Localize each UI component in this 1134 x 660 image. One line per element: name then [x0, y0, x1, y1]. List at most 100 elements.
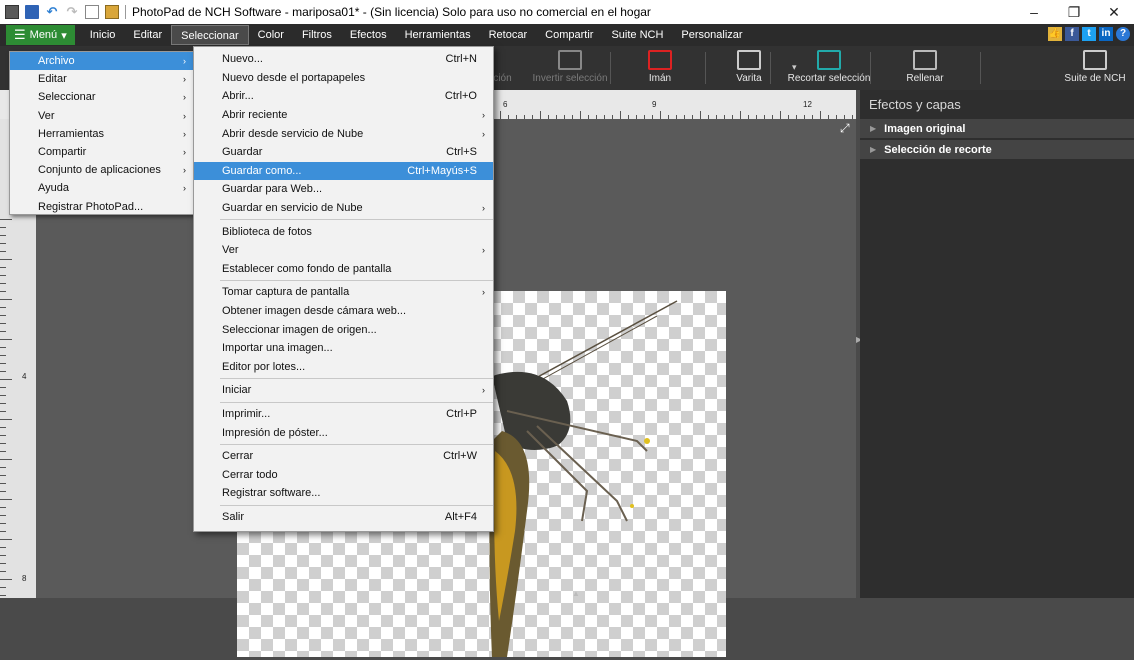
ruler-tick	[0, 291, 6, 292]
tab-compartir[interactable]: Compartir	[536, 25, 602, 45]
menu-item-label: Ver	[222, 244, 239, 257]
archivo-menu-item[interactable]: Registrar software...	[194, 484, 493, 503]
archivo-menu-item[interactable]: Cerrar Ctrl+W	[194, 447, 493, 466]
tab-personalizar[interactable]: Personalizar	[672, 25, 751, 45]
ruler-tick	[0, 331, 6, 332]
toolbar-magnet-button[interactable]: Imán	[630, 48, 690, 88]
save-icon[interactable]	[25, 5, 39, 19]
archivo-menu-item[interactable]: Abrir reciente ›	[194, 106, 493, 125]
archivo-menu-item[interactable]: Obtener imagen desde cámara web...	[194, 302, 493, 321]
tab-color[interactable]: Color	[249, 25, 293, 45]
hamburger-icon: ☰	[14, 27, 26, 42]
layer-item[interactable]: ▶ Selección de recorte	[860, 140, 1134, 159]
app-icon[interactable]	[5, 5, 19, 19]
archivo-menu-item[interactable]: Establecer como fondo de pantalla	[194, 260, 493, 279]
archivo-menu-item[interactable]: Impresión de póster...	[194, 423, 493, 442]
restore-button[interactable]: ❐	[1054, 0, 1094, 24]
archivo-menu-item[interactable]: Guardar como... Ctrl+Mayús+S	[194, 161, 493, 181]
menu-item-label: Salir	[222, 510, 245, 523]
title-bar: ↶ ↷ PhotoPad de NCH Software - mariposa0…	[0, 0, 1134, 24]
ruler-tick	[0, 419, 12, 420]
like-icon[interactable]: 👍	[1048, 27, 1062, 41]
ruler-tick	[0, 403, 6, 404]
linkedin-icon[interactable]: in	[1099, 27, 1113, 41]
archivo-menu-item[interactable]: Guardar para Web...	[194, 180, 493, 199]
menu-item-label: Impresión de póster...	[222, 426, 328, 439]
archivo-menu-item[interactable]: Abrir... Ctrl+O	[194, 87, 493, 106]
main-menu-item[interactable]: Registrar PhotoPad...	[10, 198, 194, 216]
nch-suite-icon	[1083, 50, 1107, 70]
archivo-menu-item[interactable]: Importar una imagen...	[194, 339, 493, 358]
archivo-menu-item[interactable]: Guardar Ctrl+S	[194, 143, 493, 162]
main-menu: Archivo › Editar › Seleccionar › Ver › Herramien…	[9, 51, 195, 215]
tab-filtros[interactable]: Filtros	[293, 25, 341, 45]
facebook-icon[interactable]: f	[1065, 27, 1079, 41]
main-menu-item[interactable]: Editar ›	[10, 70, 194, 88]
toolbar-fill-bucket-button[interactable]: Rellenar	[895, 48, 955, 88]
toolbar-magic-wand-button[interactable]: Varita	[725, 48, 773, 88]
archivo-menu-item[interactable]: Nuevo... Ctrl+N	[194, 50, 493, 69]
menu-item-label: Herramientas	[38, 127, 105, 140]
expand-icon[interactable]: ⤢	[840, 121, 850, 136]
archivo-menu-item[interactable]: Ver ›	[194, 241, 493, 260]
menu-item-label: Guardar para Web...	[222, 183, 323, 196]
main-menu-item[interactable]: Herramientas ›	[10, 125, 194, 143]
archivo-menu-item[interactable]: Abrir desde servicio de Nube ›	[194, 124, 493, 143]
toolbar-separator	[610, 52, 611, 84]
archivo-menu-item[interactable]: Imprimir... Ctrl+P	[194, 405, 493, 424]
main-menu-item[interactable]: Ayuda ›	[10, 179, 194, 197]
tab-seleccionar[interactable]: Seleccionar	[171, 25, 249, 45]
archivo-menu-item[interactable]: Biblioteca de fotos	[194, 222, 493, 241]
ruler-tick	[0, 355, 6, 356]
twitter-icon[interactable]: t	[1082, 27, 1096, 41]
archivo-menu-item[interactable]: Iniciar ›	[194, 381, 493, 400]
toolbar-label: Recortar selección	[787, 73, 871, 84]
layer-item[interactable]: ▶ Imagen original	[860, 119, 1134, 138]
tab-herramientas[interactable]: Herramientas	[396, 25, 480, 45]
ruler-tick	[0, 323, 6, 324]
archivo-menu-item[interactable]: Tomar captura de pantalla ›	[194, 283, 493, 302]
archivo-menu-item[interactable]: Cerrar todo	[194, 465, 493, 484]
menu-separator	[220, 219, 493, 221]
archivo-menu-item[interactable]: Editor por lotes...	[194, 358, 493, 377]
menu-button[interactable]: ☰ Menú ▾	[6, 25, 75, 45]
close-button[interactable]: ✕	[1094, 0, 1134, 24]
invert-selection-icon	[558, 50, 582, 70]
tab-suite-nch[interactable]: Suite NCH	[602, 25, 672, 45]
toolbar-invert-selection-button[interactable]: Invertir selección	[525, 48, 615, 88]
magnet-icon	[648, 50, 672, 70]
main-menu-item[interactable]: Seleccionar ›	[10, 88, 194, 106]
tab-editar[interactable]: Editar	[124, 25, 171, 45]
bottom-expand-icon[interactable]: ▲	[572, 589, 580, 598]
chevron-right-icon: ›	[183, 110, 186, 121]
tab-efectos[interactable]: Efectos	[341, 25, 396, 45]
main-menu-item[interactable]: Compartir ›	[10, 143, 194, 161]
new-file-icon[interactable]	[85, 5, 99, 19]
main-menu-item[interactable]: Ver ›	[10, 107, 194, 125]
chevron-down-icon[interactable]: ▾	[792, 62, 797, 73]
archivo-menu-item[interactable]: Seleccionar imagen de origen...	[194, 320, 493, 339]
archivo-menu-item[interactable]: Nuevo desde el portapapeles	[194, 69, 493, 88]
ruler-tick	[0, 387, 6, 388]
minimize-button[interactable]: –	[1014, 0, 1054, 24]
ruler-tick	[0, 267, 6, 268]
archivo-menu-item[interactable]: Salir Alt+F4	[194, 508, 493, 527]
archivo-menu-item[interactable]: Guardar en servicio de Nube ›	[194, 199, 493, 218]
toolbar-nch-suite-button[interactable]: Suite de NCH	[1060, 48, 1130, 88]
panel-title: Efectos y capas	[869, 97, 961, 112]
ruler-tick	[0, 483, 6, 484]
toolbar-crop-selection-button[interactable]: Recortar selección	[785, 48, 873, 88]
menu-item-label: Seleccionar	[38, 91, 96, 104]
menu-item-label: Guardar como...	[222, 164, 302, 177]
ruler-tick	[0, 435, 6, 436]
undo-icon[interactable]: ↶	[45, 5, 59, 19]
menu-item-label: Abrir...	[222, 90, 254, 103]
paste-icon[interactable]	[105, 5, 119, 19]
chevron-down-icon: ▾	[61, 29, 67, 42]
main-menu-item[interactable]: Conjunto de aplicaciones ›	[10, 161, 194, 179]
tab-retocar[interactable]: Retocar	[480, 25, 537, 45]
tab-inicio[interactable]: Inicio	[81, 25, 125, 45]
main-menu-item[interactable]: Archivo ›	[10, 52, 194, 71]
help-icon[interactable]: ?	[1116, 27, 1130, 41]
menu-item-shortcut: Ctrl+P	[446, 407, 477, 420]
